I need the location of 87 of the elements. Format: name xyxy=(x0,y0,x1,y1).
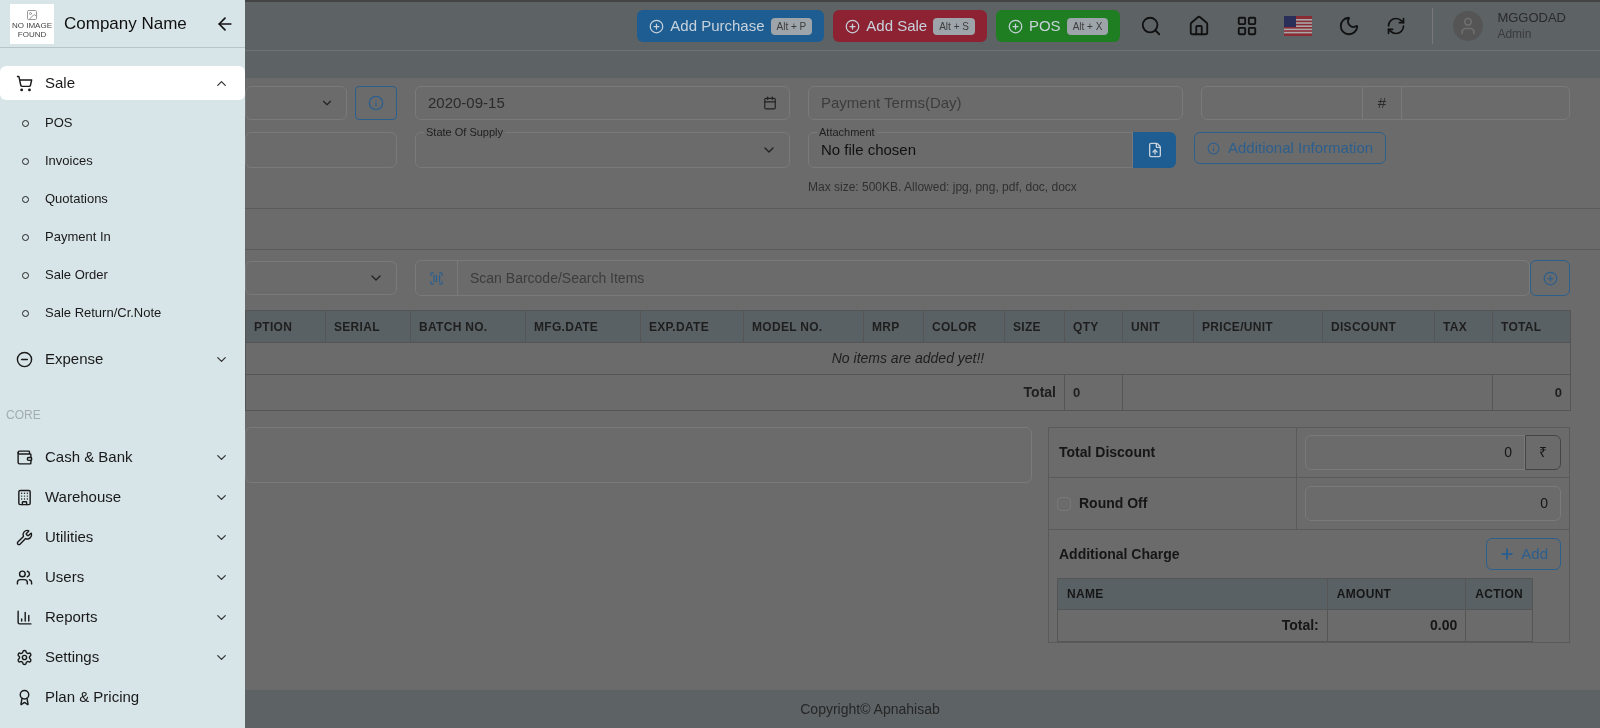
column-header: AMOUNT xyxy=(1327,578,1466,610)
flag-icon[interactable] xyxy=(1284,16,1313,36)
submenu-item[interactable]: Invoices xyxy=(0,142,245,180)
sidebar-item[interactable]: Sale xyxy=(0,66,245,100)
column-header: DISCOUNT xyxy=(1322,310,1435,343)
copyright-text: Copyright© Apnahisab xyxy=(800,699,940,719)
info-button[interactable] xyxy=(355,86,397,120)
column-header: SERIAL xyxy=(325,310,411,343)
submenu-item[interactable]: POS xyxy=(0,104,245,142)
column-header: PTION xyxy=(245,310,326,343)
table-cell: 0 xyxy=(1492,374,1571,411)
wrench-icon xyxy=(16,528,33,546)
input-field[interactable] xyxy=(245,261,397,295)
column-header: BATCH NO. xyxy=(410,310,526,343)
bar-chart-icon xyxy=(16,608,33,626)
column-header: EXP.DATE xyxy=(640,310,744,343)
building-icon xyxy=(16,488,33,506)
image-icon xyxy=(26,8,38,21)
info-icon xyxy=(368,95,384,111)
currency-addon: ₹ xyxy=(1525,435,1561,470)
home-icon[interactable] xyxy=(1188,15,1211,37)
settings-icon xyxy=(16,648,33,666)
users-icon xyxy=(16,568,33,586)
attachment-hint: Max size: 500KB. Allowed: jpg, png, pdf, doc, docx xyxy=(808,179,1078,196)
header-button[interactable]: Add Sale Alt + S xyxy=(833,10,987,42)
submenu-item[interactable]: Quotations xyxy=(0,180,245,218)
input-field[interactable] xyxy=(245,86,347,120)
grid-icon[interactable] xyxy=(1236,15,1259,37)
column-header: TOTAL xyxy=(1492,310,1571,343)
header-button[interactable]: POS Alt + X xyxy=(995,10,1121,42)
logo-text: NO IMAGE FOUND xyxy=(11,20,53,39)
sidebar-item[interactable]: Plan & Pricing xyxy=(0,680,245,714)
table-cell: Total xyxy=(245,374,1065,411)
column-header: COLOR xyxy=(923,310,1005,343)
total-discount-label: Total Discount xyxy=(1059,443,1156,462)
wallet-icon xyxy=(16,448,33,466)
sidebar-item[interactable]: Warehouse xyxy=(0,480,245,514)
sidebar-item[interactable]: Reports xyxy=(0,600,245,634)
file-upload-icon xyxy=(1146,142,1163,158)
shortcut-badge: Alt + S xyxy=(933,17,975,35)
plus-circle-icon xyxy=(1542,270,1558,286)
column-header: MODEL NO. xyxy=(743,310,864,343)
search-icon[interactable] xyxy=(1140,15,1163,37)
table-cell: Total: xyxy=(1057,609,1328,642)
submenu-item[interactable]: Sale Order xyxy=(0,256,245,294)
column-header: TAX xyxy=(1434,310,1493,343)
plus-circle-icon xyxy=(649,18,665,34)
plus-circle-icon xyxy=(845,18,861,34)
upload-button[interactable] xyxy=(1133,132,1176,168)
column-header: MFG.DATE xyxy=(525,310,641,343)
section-label: CORE xyxy=(6,408,41,422)
table-cell: 0.00 xyxy=(1327,609,1466,642)
round-off-label: Round Off xyxy=(1079,494,1148,513)
cart-icon xyxy=(16,74,33,92)
column-header: ACTION xyxy=(1465,578,1533,610)
sidebar-item[interactable]: Expense xyxy=(0,342,245,376)
barcode-scan-icon xyxy=(429,270,444,286)
info-icon xyxy=(1207,141,1220,155)
table-cell: 0 xyxy=(1064,374,1123,411)
moon-icon[interactable] xyxy=(1338,15,1361,37)
submenu-item[interactable]: Sale Return/Cr.Note xyxy=(0,294,245,332)
header-button[interactable]: Add Purchase Alt + P xyxy=(637,10,825,42)
column-header: QTY xyxy=(1064,310,1123,343)
shortcut-badge: Alt + X xyxy=(1066,17,1109,35)
minus-circle-icon xyxy=(16,350,33,368)
calendar-icon xyxy=(763,96,777,110)
notes-textarea[interactable] xyxy=(245,427,1032,483)
sidebar-item[interactable]: Users xyxy=(0,560,245,594)
empty-message: No items are added yet!! xyxy=(245,342,1571,375)
company-name: Company Name xyxy=(64,12,188,35)
submenu-item[interactable]: Payment In xyxy=(0,218,245,256)
input-field[interactable] xyxy=(245,132,397,168)
sidebar-item[interactable]: Utilities xyxy=(0,520,245,554)
sidebar-item[interactable]: Settings xyxy=(0,640,245,674)
column-header: PRICE/UNIT xyxy=(1193,310,1323,343)
shortcut-badge: Alt + P xyxy=(770,17,813,35)
column-header: SIZE xyxy=(1004,310,1065,343)
plus-circle-icon xyxy=(1007,18,1023,34)
column-header: MRP xyxy=(863,310,924,343)
refresh-icon[interactable] xyxy=(1386,16,1407,36)
avatar-icon[interactable] xyxy=(1453,11,1484,41)
column-header: NAME xyxy=(1057,578,1328,610)
add-item-button[interactable] xyxy=(1530,260,1570,296)
user-name: MGGODAD xyxy=(1497,10,1566,27)
sidebar-item[interactable]: Cash & Bank xyxy=(0,440,245,474)
column-header: UNIT xyxy=(1122,310,1194,343)
additional-charge-label: Additional Charge xyxy=(1059,544,1180,564)
